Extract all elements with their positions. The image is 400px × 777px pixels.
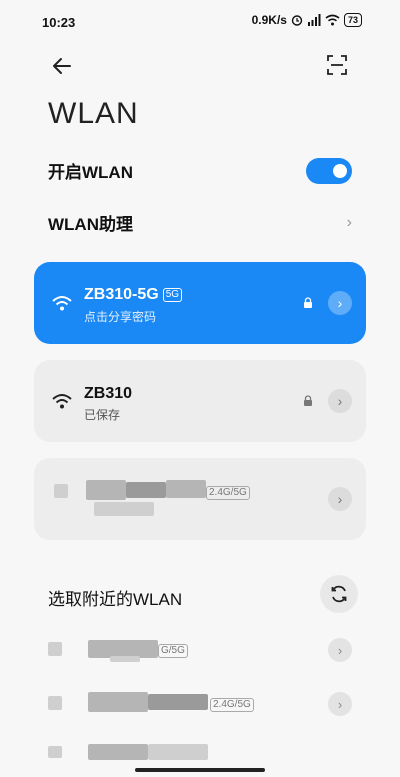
- chevron-right-icon: ›: [337, 393, 343, 409]
- network-card-saved[interactable]: ZB310 已保存 ›: [34, 360, 366, 442]
- toggle-knob: [333, 164, 347, 178]
- band-badge: 5G: [162, 288, 183, 302]
- alarm-icon: [291, 15, 303, 26]
- enable-wlan-row[interactable]: 开启WLAN: [48, 152, 352, 188]
- chevron-right-icon: ›: [337, 642, 343, 658]
- obscured-pixels: [48, 696, 62, 710]
- network-card-connected[interactable]: ZB310-5G 5G 点击分享密码 ›: [34, 262, 366, 344]
- nearby-network-row[interactable]: [48, 742, 352, 762]
- saved-status: 已保存: [84, 408, 121, 422]
- refresh-button[interactable]: [320, 575, 358, 613]
- chevron-right-icon: ›: [337, 295, 343, 311]
- status-icons: 0.9K/s 73: [252, 13, 362, 27]
- network-details-button[interactable]: ›: [328, 291, 352, 315]
- share-password-hint: 点击分享密码: [84, 310, 157, 324]
- nearby-section-title: 选取附近的WLAN: [48, 590, 183, 609]
- network-details-button[interactable]: ›: [328, 692, 352, 716]
- page-title: WLAN: [48, 97, 139, 130]
- obscured-pixels: [48, 746, 62, 758]
- wlan-assistant-row[interactable]: WLAN助理 ›: [48, 204, 352, 240]
- signal-icon: [307, 14, 321, 26]
- obscured-pixels: [110, 656, 140, 662]
- obscured-pixels: [166, 480, 206, 498]
- wifi-icon: [52, 394, 72, 409]
- back-arrow-icon[interactable]: [50, 54, 74, 78]
- lock-icon: [304, 297, 312, 308]
- obscured-pixels: [48, 642, 62, 656]
- network-speed: 0.9K/s: [251, 13, 287, 27]
- network-details-button[interactable]: ›: [328, 389, 352, 413]
- obscured-pixels: [148, 744, 208, 760]
- lock-icon: [304, 395, 312, 406]
- obscured-pixels: [54, 484, 68, 498]
- nearby-network-row[interactable]: G/5G ›: [48, 636, 352, 664]
- chevron-right-icon: ›: [346, 214, 352, 231]
- status-bar: 10:23 0.9K/s 73: [0, 0, 400, 40]
- battery-indicator: 73: [343, 13, 362, 27]
- nearby-network-row[interactable]: 2.4G/5G ›: [48, 690, 352, 718]
- network-name: ZB310: [84, 385, 133, 402]
- status-time: 10:23: [42, 15, 76, 30]
- band-badge: G/5G: [158, 644, 188, 658]
- wlan-assistant-label: WLAN助理: [48, 214, 133, 234]
- enable-wlan-label: 开启WLAN: [48, 162, 133, 182]
- wifi-status-icon: [325, 14, 340, 26]
- obscured-pixels: [88, 744, 148, 760]
- network-card-obscured[interactable]: 2.4G/5G ›: [34, 458, 366, 540]
- network-name-text: ZB310-5G: [84, 286, 159, 303]
- wifi-icon: [52, 296, 72, 311]
- network-name: ZB310-5G 5G: [84, 286, 183, 304]
- obscured-pixels: [126, 482, 166, 498]
- obscured-pixels: [86, 480, 126, 500]
- network-details-button[interactable]: ›: [328, 638, 352, 662]
- network-details-button[interactable]: ›: [328, 487, 352, 511]
- chevron-right-icon: ›: [337, 491, 343, 507]
- chevron-right-icon: ›: [337, 696, 343, 712]
- scan-icon[interactable]: [326, 54, 348, 76]
- obscured-pixels: [88, 692, 148, 712]
- wlan-toggle[interactable]: [306, 158, 352, 184]
- refresh-icon: [331, 585, 347, 603]
- band-badge: 2.4G/5G: [210, 698, 254, 712]
- band-badge: 2.4G/5G: [206, 486, 250, 500]
- obscured-pixels: [94, 502, 154, 516]
- home-indicator[interactable]: [135, 768, 265, 772]
- obscured-pixels: [148, 694, 208, 710]
- top-bar: [0, 52, 400, 82]
